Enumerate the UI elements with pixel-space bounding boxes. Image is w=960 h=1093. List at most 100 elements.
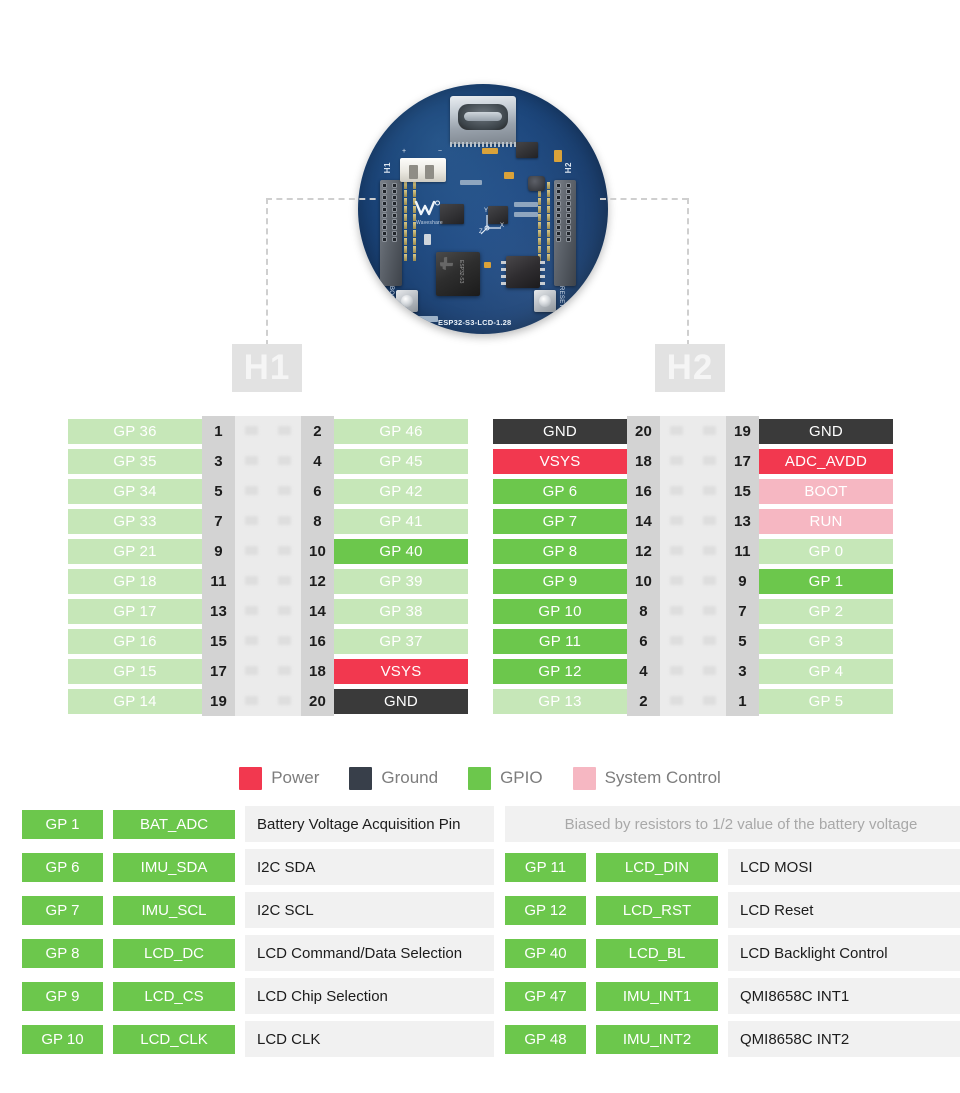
function-description: LCD Backlight Control — [728, 935, 960, 971]
function-description: QMI8658C INT1 — [728, 978, 960, 1014]
legend-label: Power — [271, 768, 320, 787]
function-signal-name: BAT_ADC — [113, 809, 235, 839]
function-description: I2C SDA — [245, 849, 494, 885]
pin-number-right: 14 — [301, 596, 334, 626]
callout-line-h2-horizontal — [600, 198, 688, 200]
legend-swatch — [239, 766, 263, 790]
pin-function-table: GP 1 BAT_ADC Battery Voltage Acquisition P… — [0, 806, 960, 1066]
function-gpio-badge: GP 1 — [22, 809, 103, 839]
pin-number-right: 17 — [726, 446, 759, 476]
function-signal-name: LCD_CS — [113, 981, 235, 1011]
function-signal-name: LCD_DIN — [596, 852, 718, 882]
pin-label-left: GP 33 — [68, 508, 202, 534]
function-row: GP 8 LCD_DC LCD Command/Data Selection — [22, 935, 494, 971]
waveshare-wordmark: Waveshare — [416, 220, 443, 226]
pin-label-right: GP 39 — [334, 568, 468, 594]
smd-part — [484, 262, 491, 268]
pin-number-left: 13 — [202, 596, 235, 626]
pin-label-left: GP 21 — [68, 538, 202, 564]
function-gpio-badge: GP 12 — [505, 895, 586, 925]
connector-graphic-cell — [660, 536, 726, 566]
pin-row: GP 14 19 20 GND — [68, 686, 468, 716]
pin-row: GP 10 8 7 GP 2 — [493, 596, 893, 626]
pin-label-left: GP 12 — [493, 658, 627, 684]
smd-part — [460, 180, 482, 185]
flash-chip-legs — [501, 259, 545, 285]
pcb-h1-silkscreen: H1 — [383, 162, 392, 174]
pin-label-right: GP 1 — [759, 568, 893, 594]
pin-label-right: GP 4 — [759, 658, 893, 684]
legend-item: System Control — [572, 766, 721, 790]
battery-minus-label: − — [437, 148, 442, 155]
pin-label-left: GP 15 — [68, 658, 202, 684]
boot-button[interactable] — [396, 290, 418, 312]
function-gpio-badge: GP 47 — [505, 981, 586, 1011]
function-gpio-badge: GP 8 — [22, 938, 103, 968]
function-row: GP 47 IMU_INT1 QMI8658C INT1 — [505, 978, 960, 1014]
function-row: GP 9 LCD_CS LCD Chip Selection — [22, 978, 494, 1014]
pin-row: GND 20 19 GND — [493, 416, 893, 446]
pin-number-left: 9 — [202, 536, 235, 566]
function-row: GP 6 IMU_SDA I2C SDA — [22, 849, 494, 885]
smd-part — [514, 212, 538, 217]
axis-y-label: Y — [484, 208, 489, 214]
pin-row: VSYS 18 17 ADC_AVDD — [493, 446, 893, 476]
pin-number-right: 10 — [301, 536, 334, 566]
esp32-s3-chip: ESP32-S3 — [436, 252, 480, 296]
pin-label-right: GP 40 — [334, 538, 468, 564]
pin-number-right: 3 — [726, 656, 759, 686]
function-signal-name: LCD_CLK — [113, 1024, 235, 1054]
pin-number-left: 17 — [202, 656, 235, 686]
callout-badge-h2: H2 — [655, 344, 725, 392]
color-legend: Power Ground GPIO System Control — [0, 758, 960, 798]
legend-label: System Control — [604, 768, 721, 787]
connector-graphic-cell — [235, 476, 301, 506]
function-row: GP 7 IMU_SCL I2C SCL — [22, 892, 494, 928]
axis-indicator: Y X Z — [478, 208, 504, 238]
pcb-header-h2-castellations — [538, 182, 552, 261]
function-gpio-badge: GP 10 — [22, 1024, 103, 1054]
pin-label-left: GP 10 — [493, 598, 627, 624]
connector-graphic-cell — [235, 626, 301, 656]
function-row: GP 10 LCD_CLK LCD CLK — [22, 1021, 494, 1057]
pin-label-right: GP 42 — [334, 478, 468, 504]
pin-number-right: 7 — [726, 596, 759, 626]
callout-line-h1-horizontal — [266, 198, 386, 200]
pcb-header-h2 — [554, 180, 576, 286]
pin-row: GP 35 3 4 GP 45 — [68, 446, 468, 476]
callout-line-h2-vertical — [687, 198, 689, 346]
connector-graphic-cell — [235, 566, 301, 596]
pin-number-right: 19 — [726, 416, 759, 446]
function-signal-name: IMU_SDA — [113, 852, 235, 882]
function-description: I2C SCL — [245, 892, 494, 928]
pin-label-right: BOOT — [759, 478, 893, 504]
legend-swatch — [468, 766, 492, 790]
pin-label-left: GND — [493, 418, 627, 444]
legend-swatch — [349, 766, 373, 790]
function-signal-name: IMU_SCL — [113, 895, 235, 925]
pcb-body: + − H1 H2 ESP32-S3 BOOT RESET Waveshare … — [358, 84, 608, 334]
connector-graphic-cell — [660, 476, 726, 506]
pin-label-left: GP 36 — [68, 418, 202, 444]
reset-button[interactable] — [534, 290, 556, 312]
pin-label-right: GP 38 — [334, 598, 468, 624]
pin-number-right: 6 — [301, 476, 334, 506]
function-description: LCD MOSI — [728, 849, 960, 885]
function-description: LCD CLK — [245, 1021, 494, 1057]
pin-label-right: GND — [334, 688, 468, 714]
pin-row: GP 34 5 6 GP 42 — [68, 476, 468, 506]
pin-row: GP 13 2 1 GP 5 — [493, 686, 893, 716]
function-description: Battery Voltage Acquisition Pin — [245, 806, 494, 842]
connector-graphic-cell — [235, 596, 301, 626]
function-note: Biased by resistors to 1/2 value of the … — [505, 806, 960, 842]
pin-number-right: 8 — [301, 506, 334, 536]
pin-label-left: GP 7 — [493, 508, 627, 534]
power-ic — [516, 142, 538, 158]
function-description: LCD Chip Selection — [245, 978, 494, 1014]
pcb-header-h1 — [380, 180, 402, 286]
connector-graphic-cell — [660, 416, 726, 446]
pin-number-right: 18 — [301, 656, 334, 686]
pin-number-left: 11 — [202, 566, 235, 596]
pin-number-left: 19 — [202, 686, 235, 716]
connector-graphic-cell — [235, 446, 301, 476]
